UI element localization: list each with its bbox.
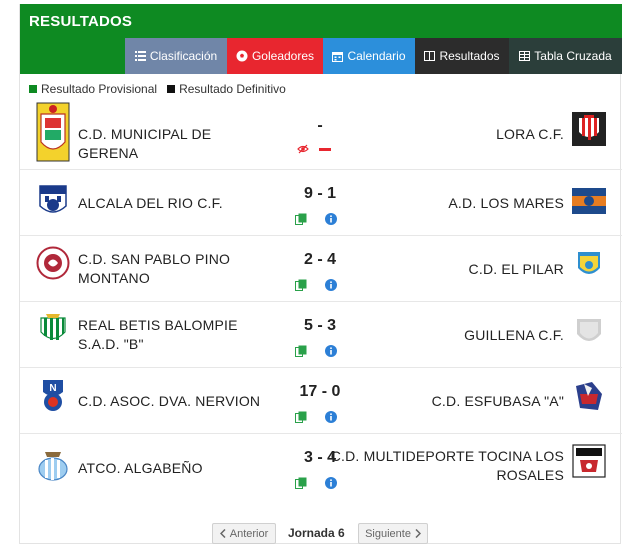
match-score: 9 - 1: [303, 185, 336, 202]
legend-label: Resultado Provisional: [41, 82, 158, 96]
tab-label: Tabla Cruzada: [534, 49, 612, 63]
chevron-right-icon: [415, 529, 421, 538]
tocina-shield-icon: [572, 444, 606, 478]
el-pilar-shield-icon: [578, 252, 600, 274]
info-icon[interactable]: [325, 345, 337, 357]
legend-label: Resultado Definitivo: [179, 82, 286, 96]
lora-shield-icon: [572, 112, 606, 146]
result-legend: Resultado Provisional Resultado Definiti…: [29, 82, 296, 96]
copy-icon[interactable]: [295, 279, 307, 291]
legend-swatch-black: [167, 85, 176, 93]
match-row: C.D. SAN PABLO PINO MONTANO 2 - 4 C.D. E…: [20, 236, 622, 302]
eye-slash-icon[interactable]: [297, 143, 309, 155]
minus-icon: [319, 148, 331, 151]
san-pablo-shield-icon: [36, 246, 70, 280]
calendar-icon: [332, 51, 344, 62]
match-row: C.D. MUNICIPAL DE GERENA - LORA C.F.: [20, 102, 622, 170]
nervion-shield-icon: N: [43, 380, 63, 411]
grid-icon: [519, 51, 531, 61]
info-icon[interactable]: [325, 411, 337, 423]
tab-label: Clasificación: [149, 49, 218, 63]
copy-icon[interactable]: [295, 411, 307, 423]
home-team[interactable]: REAL BETIS BALOMPIE S.A.D. "B": [78, 316, 273, 354]
home-team[interactable]: ALCALA DEL RIO C.F.: [78, 194, 273, 213]
esfubasa-shield-icon: [576, 382, 602, 410]
match-row: REAL BETIS BALOMPIE S.A.D. "B" 5 - 3 GUI…: [20, 302, 622, 368]
gerena-shield-icon: [36, 102, 70, 162]
results-header: RESULTADOS: [20, 4, 622, 38]
copy-icon[interactable]: [295, 213, 307, 225]
tab-label: Goleadores: [251, 49, 315, 63]
previous-label: Anterior: [229, 527, 269, 540]
window-icon: [424, 51, 436, 61]
generic-shield-icon: [577, 319, 601, 341]
match-score: 2 - 4: [303, 251, 336, 268]
info-icon[interactable]: [325, 279, 337, 291]
los-mares-shield-icon: [572, 188, 606, 214]
match-score: 5 - 3: [303, 317, 336, 334]
home-team[interactable]: C.D. SAN PABLO PINO MONTANO: [78, 250, 273, 288]
svg-text:N: N: [49, 383, 56, 394]
chevron-left-icon: [219, 529, 226, 538]
match-row: ATCO. ALGABEÑO 3 - 4 C.D. MULTIDEPORTE T…: [20, 434, 622, 506]
current-round: Jornada 6: [288, 526, 345, 540]
away-team[interactable]: C.D. EL PILAR: [364, 260, 564, 279]
tab-label: Resultados: [439, 49, 500, 63]
away-team[interactable]: C.D. ESFUBASA "A": [364, 392, 564, 411]
match-row: N C.D. ASOC. DVA. NERVION 17 - 0 C.D. ES…: [20, 368, 622, 434]
next-label: Siguiente: [365, 527, 411, 540]
home-team[interactable]: C.D. ASOC. DVA. NERVION: [78, 392, 273, 411]
next-button[interactable]: Siguiente: [358, 523, 428, 544]
previous-button[interactable]: Anterior: [212, 523, 276, 544]
copy-icon[interactable]: [295, 345, 307, 357]
list-icon: [134, 51, 146, 61]
match-score: 17 - 0: [299, 383, 341, 400]
tab-tabla-cruzada[interactable]: Tabla Cruzada: [509, 38, 622, 74]
tab-clasificacion[interactable]: Clasificación: [125, 38, 227, 74]
tab-goleadores[interactable]: Goleadores: [227, 38, 323, 74]
copy-icon[interactable]: [295, 477, 307, 489]
soccer-ball-icon: [236, 50, 248, 62]
results-panel: RESULTADOS Clasificación Goleadores Cale…: [19, 4, 622, 544]
alcala-shield-icon: [39, 185, 67, 213]
tab-bar: Clasificación Goleadores Calendario Resu…: [20, 38, 622, 74]
away-team[interactable]: A.D. LOS MARES: [364, 194, 564, 213]
home-team[interactable]: ATCO. ALGABEÑO: [78, 459, 273, 478]
tab-calendario[interactable]: Calendario: [323, 38, 415, 74]
away-team[interactable]: C.D. MULTIDEPORTE TOCINA LOS ROSALES: [314, 447, 564, 485]
match-row: ALCALA DEL RIO C.F. 9 - 1 A.D. LOS MARES: [20, 170, 622, 236]
home-team[interactable]: C.D. MUNICIPAL DE GERENA: [78, 125, 273, 163]
tab-label: Calendario: [347, 49, 406, 63]
algabeno-shield-icon: [38, 452, 68, 481]
betis-shield-icon: [40, 314, 66, 340]
legend-swatch-green: [29, 85, 37, 93]
info-icon[interactable]: [325, 213, 337, 225]
away-team[interactable]: LORA C.F.: [364, 125, 564, 144]
tab-resultados[interactable]: Resultados: [415, 38, 509, 74]
legend-definitivo: Resultado Definitivo: [167, 82, 286, 96]
legend-provisional: Resultado Provisional: [29, 82, 157, 96]
page-title: RESULTADOS: [29, 13, 133, 30]
away-team[interactable]: GUILLENA C.F.: [364, 326, 564, 345]
match-score: -: [317, 117, 323, 134]
